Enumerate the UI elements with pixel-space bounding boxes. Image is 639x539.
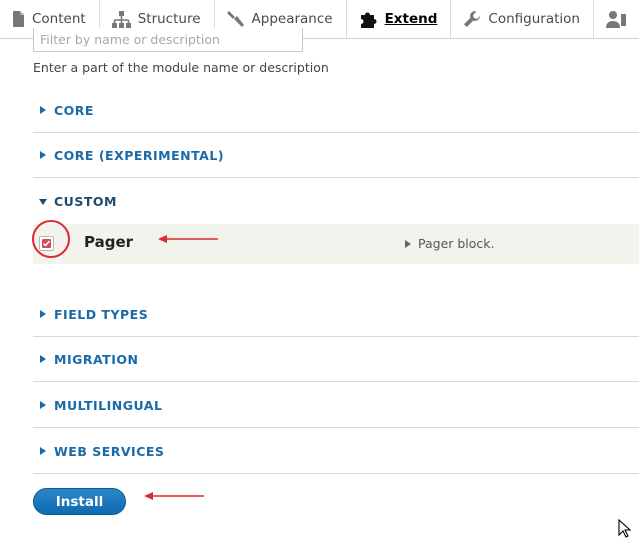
group-core-label: CORE (54, 102, 94, 118)
puzzle-icon (359, 10, 378, 28)
triangle-right-icon (40, 106, 46, 114)
toolbar-item-extend[interactable]: Extend (347, 0, 452, 38)
filter-help-text: Enter a part of the module name or descr… (33, 60, 329, 75)
sitemap-icon (111, 10, 131, 28)
annotation-arrow-icon (144, 492, 204, 500)
group-web-services-label: WEB SERVICES (54, 443, 165, 459)
people-icon (605, 10, 626, 28)
module-row-pager: Pager Pager block. (33, 224, 639, 264)
group-multilingual[interactable]: MULTILINGUAL (33, 383, 639, 428)
triangle-right-icon (405, 239, 411, 248)
toolbar-item-label: Structure (137, 11, 201, 27)
wrench-icon (463, 10, 481, 28)
group-field-types[interactable]: FIELD TYPES (33, 292, 639, 337)
group-migration-label: MIGRATION (54, 351, 139, 367)
toolbar-item-label: Appearance (251, 11, 333, 27)
checkbox-box (39, 236, 54, 251)
group-multilingual-label: MULTILINGUAL (54, 397, 163, 413)
group-web-services[interactable]: WEB SERVICES (33, 429, 639, 474)
group-custom[interactable]: CUSTOM (33, 179, 639, 224)
triangle-right-icon (40, 447, 46, 455)
triangle-down-icon (39, 198, 47, 205)
group-migration[interactable]: MIGRATION (33, 337, 639, 382)
group-core-experimental-label: CORE (EXPERIMENTAL) (54, 147, 225, 163)
triangle-right-icon (40, 310, 46, 318)
toolbar-item-configuration[interactable]: Configuration (451, 0, 594, 38)
group-core-experimental[interactable]: CORE (EXPERIMENTAL) (33, 133, 639, 178)
module-description: Pager block. (418, 236, 495, 251)
toolbar-item-label: Content (32, 11, 86, 27)
install-button[interactable]: Install (33, 488, 126, 515)
module-name[interactable]: Pager (84, 233, 133, 251)
document-icon (12, 11, 25, 27)
group-custom-label: CUSTOM (54, 194, 117, 209)
filter-input[interactable] (33, 28, 303, 52)
mouse-cursor-icon (618, 519, 632, 538)
triangle-right-icon (40, 355, 46, 363)
paintbrush-icon (226, 10, 245, 28)
group-field-types-label: FIELD TYPES (54, 306, 149, 322)
triangle-right-icon (40, 151, 46, 159)
checkbox-checkmark (42, 239, 51, 248)
module-description-toggle[interactable]: Pager block. (405, 236, 495, 251)
triangle-right-icon (40, 401, 46, 409)
group-core[interactable]: CORE (33, 88, 639, 133)
toolbar-item-label: Extend (384, 11, 438, 27)
toolbar-item-label: Configuration (488, 11, 580, 27)
toolbar-item-people[interactable] (594, 0, 626, 38)
module-checkbox[interactable] (39, 236, 55, 252)
